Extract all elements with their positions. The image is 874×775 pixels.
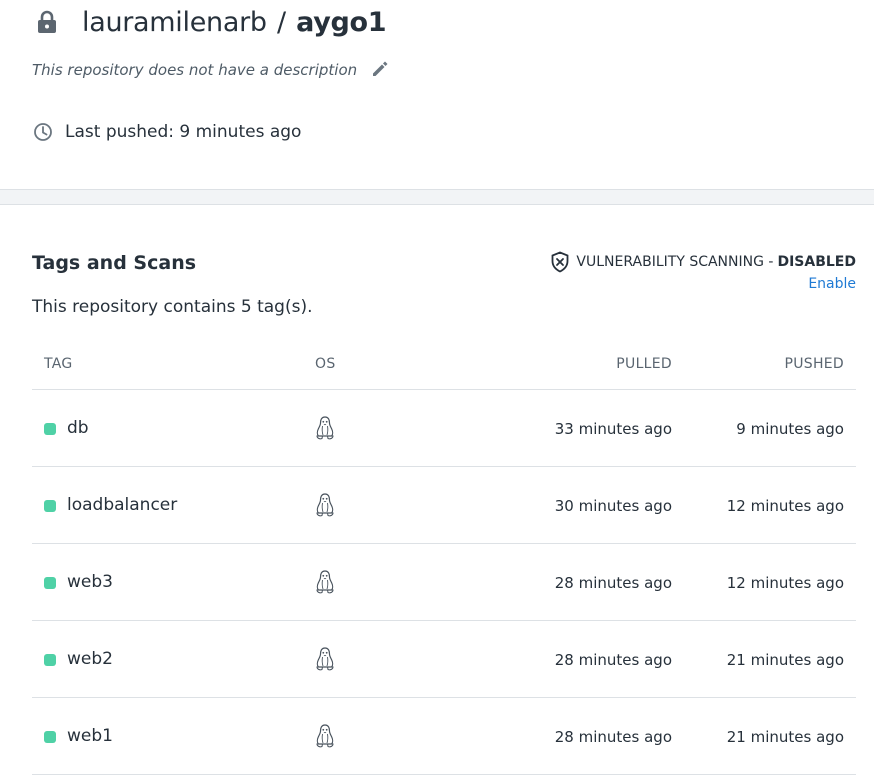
table-row[interactable]: web3 28 minutes ago 12 minutes ago: [32, 544, 856, 621]
repo-name: aygo1: [296, 7, 387, 38]
tags-section-title: Tags and Scans: [32, 252, 197, 274]
tags-table: TAG OS PULLED PUSHED db 33 minutes ago 9…: [32, 340, 856, 775]
tag-status-dot: [44, 500, 56, 512]
tag-status-dot: [44, 577, 56, 589]
pushed-time: 9 minutes ago: [736, 420, 844, 438]
pushed-time: 12 minutes ago: [726, 497, 844, 515]
section-divider: [0, 189, 874, 205]
table-row[interactable]: loadbalancer 30 minutes ago 12 minutes a…: [32, 467, 856, 544]
column-header-tag: TAG: [44, 356, 73, 372]
tag-status-dot: [44, 731, 56, 743]
linux-icon: [316, 416, 334, 440]
column-header-pushed: PUSHED: [784, 356, 844, 372]
linux-icon: [316, 493, 334, 517]
pulled-time: 28 minutes ago: [554, 728, 672, 746]
pushed-time: 21 minutes ago: [726, 728, 844, 746]
tag-status-dot: [44, 423, 56, 435]
table-row[interactable]: db 33 minutes ago 9 minutes ago: [32, 390, 856, 467]
pulled-time: 33 minutes ago: [554, 420, 672, 438]
column-header-pulled: PULLED: [616, 356, 672, 372]
page-title: lauramilenarb / aygo1: [82, 4, 387, 42]
lock-icon: [38, 10, 56, 33]
tag-name[interactable]: web2: [67, 648, 113, 670]
vulnerability-label: VULNERABILITY SCANNING -: [576, 254, 774, 270]
title-separator: /: [277, 7, 286, 38]
linux-icon: [316, 724, 334, 748]
tag-name[interactable]: db: [67, 417, 89, 439]
column-header-os: OS: [315, 356, 336, 372]
table-header: TAG OS PULLED PUSHED: [32, 340, 856, 390]
linux-icon: [316, 570, 334, 594]
pulled-time: 28 minutes ago: [554, 651, 672, 669]
pulled-time: 28 minutes ago: [554, 574, 672, 592]
shield-x-icon: [552, 251, 569, 273]
pushed-time: 12 minutes ago: [726, 574, 844, 592]
vulnerability-scanning-status: VULNERABILITY SCANNING - DISABLED: [550, 251, 856, 273]
pulled-time: 30 minutes ago: [554, 497, 672, 515]
table-row[interactable]: web2 28 minutes ago 21 minutes ago: [32, 621, 856, 698]
repo-header: lauramilenarb / aygo1 This repository do…: [0, 0, 874, 189]
repo-description: This repository does not have a descript…: [32, 61, 358, 79]
repo-namespace[interactable]: lauramilenarb: [82, 7, 267, 38]
last-pushed-text: Last pushed: 9 minutes ago: [65, 122, 302, 142]
tag-name[interactable]: web3: [67, 571, 113, 593]
table-row[interactable]: web1 28 minutes ago 21 minutes ago: [32, 698, 856, 775]
vulnerability-status: DISABLED: [777, 254, 856, 270]
linux-icon: [316, 647, 334, 671]
pushed-time: 21 minutes ago: [726, 651, 844, 669]
tag-name[interactable]: web1: [67, 725, 113, 747]
tag-name[interactable]: loadbalancer: [67, 494, 177, 516]
enable-scanning-link[interactable]: Enable: [808, 274, 856, 294]
tag-status-dot: [44, 654, 56, 666]
pencil-icon[interactable]: [370, 59, 390, 79]
tag-count-text: This repository contains 5 tag(s).: [32, 297, 313, 317]
clock-icon: [34, 123, 52, 141]
